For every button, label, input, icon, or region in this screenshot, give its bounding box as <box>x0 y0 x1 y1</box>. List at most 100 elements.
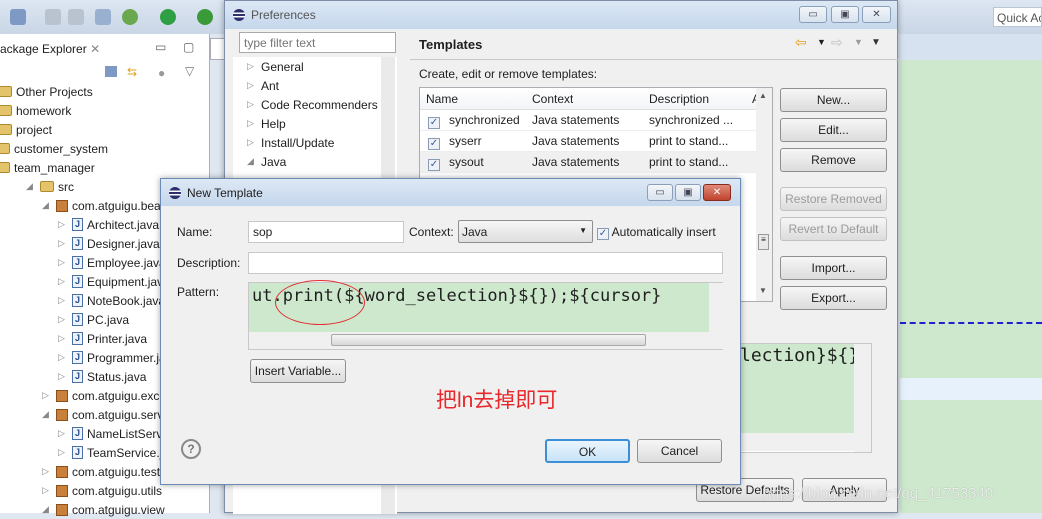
minimize-icon[interactable]: ▭ <box>155 40 166 54</box>
help-icon[interactable]: ? <box>181 439 201 459</box>
collapsed-arrow-icon[interactable]: ▷ <box>58 314 68 325</box>
preference-tree-item[interactable]: ▷ Help <box>247 114 286 133</box>
collapsed-arrow-icon[interactable]: ▷ <box>247 118 257 129</box>
column-name[interactable]: Name <box>426 92 458 106</box>
maximize-button[interactable]: ▣ <box>675 184 701 201</box>
preference-tree-item[interactable]: ▷ General <box>247 57 304 76</box>
expanded-arrow-icon[interactable]: ◢ <box>42 409 52 420</box>
forward-icon[interactable]: ⇨ <box>831 34 843 51</box>
tree-item[interactable]: customer_system <box>0 139 108 158</box>
minimize-button[interactable]: ▭ <box>647 184 673 201</box>
tree-item[interactable]: ▷ J Status.java <box>58 367 146 386</box>
collapsed-arrow-icon[interactable]: ▷ <box>58 238 68 249</box>
table-scrollbar[interactable]: ▲ ≡ ▼ <box>756 88 772 301</box>
collapsed-arrow-icon[interactable]: ▷ <box>247 137 257 148</box>
auto-insert-checkbox[interactable]: ✓ Automatically insert <box>597 225 716 240</box>
collapsed-arrow-icon[interactable]: ▷ <box>58 352 68 363</box>
tree-item[interactable]: ◢ com.atguigu.view <box>42 500 165 519</box>
tree-item[interactable]: ◢ com.atguigu.service <box>42 405 179 424</box>
run-external-icon[interactable] <box>197 9 213 25</box>
maximize-icon[interactable]: ▢ <box>183 40 194 54</box>
column-description[interactable]: Description <box>649 92 709 106</box>
collapsed-arrow-icon[interactable]: ▷ <box>247 99 257 110</box>
collapsed-arrow-icon[interactable]: ▷ <box>58 371 68 382</box>
tree-item[interactable]: ▷ J PC.java <box>58 310 129 329</box>
new-button[interactable]: New... <box>780 88 887 112</box>
row-checkbox[interactable]: ✓ <box>428 156 440 171</box>
quick-access-input[interactable]: Quick Ac <box>993 7 1042 27</box>
maximize-button[interactable]: ▣ <box>831 6 859 23</box>
preference-tree-item[interactable]: ▷ Code Recommenders <box>247 95 378 114</box>
collapse-all-icon[interactable] <box>105 66 117 77</box>
tree-item[interactable]: ◢ src <box>26 177 74 196</box>
run-icon[interactable] <box>160 9 176 25</box>
back-icon[interactable]: ⇦ <box>795 34 807 51</box>
forward-dropdown-icon[interactable]: ▼ <box>854 37 863 47</box>
tree-item[interactable]: Other Projects <box>0 82 93 101</box>
preference-tree-item[interactable]: ▷ Install/Update <box>247 133 334 152</box>
filter-input[interactable] <box>239 32 396 53</box>
save-icon[interactable] <box>45 9 61 25</box>
new-icon[interactable] <box>10 9 26 25</box>
tree-item[interactable]: ▷ com.atguigu.test <box>42 462 160 481</box>
collapsed-arrow-icon[interactable]: ▷ <box>42 485 52 496</box>
expanded-arrow-icon[interactable]: ◢ <box>26 181 36 192</box>
row-checkbox[interactable]: ✓ <box>428 114 440 129</box>
collapsed-arrow-icon[interactable]: ▷ <box>42 390 52 401</box>
collapsed-arrow-icon[interactable]: ▷ <box>247 61 257 72</box>
menu-icon[interactable]: ▼ <box>871 37 881 48</box>
table-row[interactable]: ✓ synchronized Java statements synchronized… <box>420 110 756 131</box>
table-row[interactable]: ✓ sysout Java statements print to stand... <box>420 152 756 173</box>
expanded-arrow-icon[interactable]: ◢ <box>42 200 52 211</box>
close-button[interactable]: ✕ <box>703 184 731 201</box>
tree-item[interactable]: ▷ com.atguigu.utils <box>42 481 162 500</box>
tree-item[interactable]: homework <box>0 101 71 120</box>
ok-button[interactable]: OK <box>545 439 630 463</box>
pattern-vscrollbar[interactable] <box>709 283 723 332</box>
export-button[interactable]: Export... <box>780 286 887 310</box>
context-select[interactable]: Java ▼ <box>458 220 593 243</box>
minimize-button[interactable]: ▭ <box>799 6 827 23</box>
collapsed-arrow-icon[interactable]: ▷ <box>247 80 257 91</box>
tree-item[interactable]: project <box>0 120 52 139</box>
description-input[interactable] <box>248 252 723 274</box>
package-explorer-tab[interactable]: ackage Explorer ✕ <box>0 38 110 60</box>
tree-item[interactable]: team_manager <box>0 158 95 177</box>
tree-item[interactable]: ◢ com.atguigu.bean <box>42 196 167 215</box>
tree-item[interactable]: ▷ J NoteBook.java <box>58 291 165 310</box>
tree-item[interactable]: ▷ J Architect.java <box>58 215 159 234</box>
preference-tree-item[interactable]: ▷ Ant <box>247 76 279 95</box>
revert-to-default-button[interactable]: Revert to Default <box>780 217 887 241</box>
collapsed-arrow-icon[interactable]: ▷ <box>58 276 68 287</box>
import-button[interactable]: Import... <box>780 256 887 280</box>
link-editor-icon[interactable]: ⇆ <box>127 65 137 79</box>
debug-icon[interactable] <box>122 9 138 25</box>
table-row[interactable]: ✓ syserr Java statements print to stand... <box>420 131 756 152</box>
collapsed-arrow-icon[interactable]: ▷ <box>58 333 68 344</box>
close-button[interactable]: ✕ <box>862 6 891 23</box>
name-input[interactable]: sop <box>248 221 404 243</box>
insert-variable-button[interactable]: Insert Variable... <box>250 359 346 383</box>
collapsed-arrow-icon[interactable]: ▷ <box>42 466 52 477</box>
close-icon[interactable]: ✕ <box>90 42 100 56</box>
remove-button[interactable]: Remove <box>780 148 887 172</box>
collapsed-arrow-icon[interactable]: ▷ <box>58 257 68 268</box>
collapsed-arrow-icon[interactable]: ▷ <box>58 428 68 439</box>
skip-breakpoints-icon[interactable] <box>95 9 111 25</box>
tree-item[interactable]: ▷ J Employee.java <box>58 253 166 272</box>
pattern-hscrollbar[interactable] <box>249 332 723 349</box>
expanded-arrow-icon[interactable]: ◢ <box>42 504 52 515</box>
save-all-icon[interactable] <box>68 9 84 25</box>
tree-item[interactable]: ▷ J Designer.java <box>58 234 160 253</box>
preference-tree-item[interactable]: ◢ Java <box>247 152 286 171</box>
tree-item[interactable]: ▷ J Equipment.java <box>58 272 170 291</box>
expanded-arrow-icon[interactable]: ◢ <box>247 156 257 167</box>
edit-button[interactable]: Edit... <box>780 118 887 142</box>
editor-area[interactable] <box>900 60 1042 513</box>
collapsed-arrow-icon[interactable]: ▷ <box>58 219 68 230</box>
preview-vscrollbar[interactable] <box>854 344 871 452</box>
cancel-button[interactable]: Cancel <box>637 439 722 463</box>
back-dropdown-icon[interactable]: ▼ <box>817 37 826 47</box>
tree-item[interactable]: ▷ J Printer.java <box>58 329 147 348</box>
column-context[interactable]: Context <box>532 92 573 106</box>
